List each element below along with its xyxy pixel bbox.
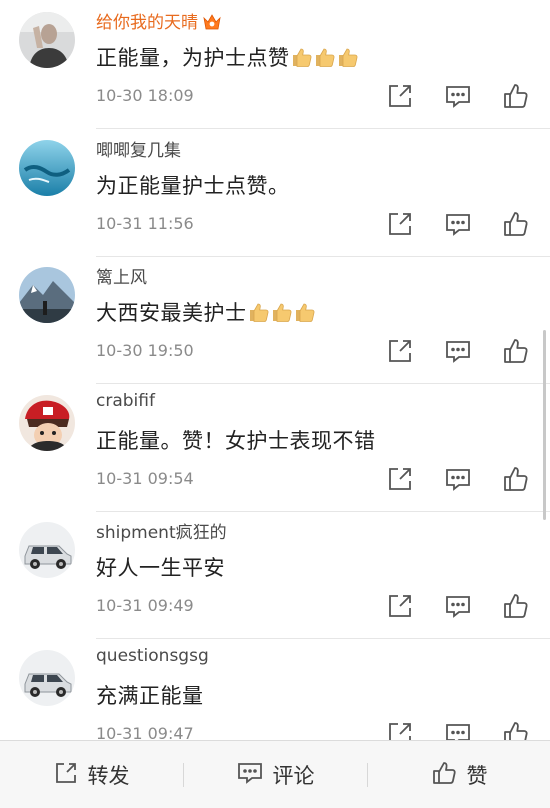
- comment-text-body: 大西安最美护士: [96, 301, 247, 325]
- username-text[interactable]: shipment疯狂的: [96, 523, 227, 543]
- scrollbar[interactable]: [543, 330, 546, 520]
- comment-timestamp: 10-31 09:49: [96, 596, 194, 615]
- username-text[interactable]: questionsgsg: [96, 646, 209, 666]
- username-text[interactable]: crabifif: [96, 391, 155, 411]
- thumbs-up-emoji-icon: [336, 46, 359, 70]
- comment-text-body: 充满正能量: [96, 683, 204, 708]
- like-label: 赞: [466, 763, 488, 788]
- username-text[interactable]: 篱上风: [96, 268, 147, 288]
- avatar[interactable]: [19, 267, 75, 323]
- thumb-up-icon[interactable]: [502, 82, 530, 110]
- share-icon[interactable]: [386, 720, 414, 740]
- thumbs-up-emoji-icon: [247, 301, 270, 325]
- thumbs-up-emoji-icon: [293, 301, 316, 325]
- comment-text: 正能量，为护士点赞: [96, 42, 359, 72]
- comment-timestamp: 10-31 09:54: [96, 468, 194, 488]
- thumbs-up-emoji-icon: [290, 46, 313, 70]
- share-icon[interactable]: [386, 82, 414, 110]
- repost-label: 转发: [87, 763, 130, 788]
- comment-text-body: 正能量。赞！女护士表现不错: [96, 428, 376, 453]
- comment-label: 评论: [272, 763, 315, 788]
- repost-icon: [54, 761, 78, 789]
- share-icon[interactable]: [386, 465, 414, 493]
- comment-item: crabifif 正能量。赞！女护士表现不错 10-31 09:54: [0, 385, 550, 512]
- comment-button[interactable]: 评论: [184, 741, 367, 808]
- comment-list: 给你我的天晴 正能量，为护士点赞 10-30 18:09 唧唧复几集为正能量护士…: [0, 0, 550, 740]
- repost-button[interactable]: 转发: [0, 741, 183, 808]
- comment-icon: [237, 761, 263, 789]
- avatar[interactable]: [19, 522, 75, 578]
- comment-timestamp: 10-30 18:09: [96, 86, 194, 105]
- thumb-up-icon[interactable]: [502, 337, 530, 365]
- username[interactable]: shipment疯狂的: [96, 518, 227, 543]
- avatar[interactable]: [19, 649, 75, 706]
- comment-text-body: 为正能量护士点赞。: [96, 173, 290, 198]
- avatar[interactable]: [19, 139, 75, 196]
- comment-text: 充满正能量: [96, 680, 204, 710]
- like-button[interactable]: 赞: [368, 741, 550, 808]
- username[interactable]: 给你我的天晴: [96, 8, 222, 33]
- reply-icon[interactable]: [444, 210, 472, 238]
- comment-timestamp: 10-31 11:56: [96, 213, 194, 233]
- username-text[interactable]: 给你我的天晴: [96, 13, 198, 33]
- thumb-up-icon[interactable]: [502, 465, 530, 493]
- comment-timestamp: 10-31 09:47: [96, 723, 194, 741]
- username[interactable]: 篱上风: [96, 263, 147, 288]
- comment-text-body: 好人一生平安: [96, 556, 225, 580]
- reply-icon[interactable]: [444, 592, 472, 620]
- comment-item: 给你我的天晴 正能量，为护士点赞 10-30 18:09: [0, 2, 550, 129]
- comment-timestamp: 10-30 19:50: [96, 341, 194, 360]
- reply-icon[interactable]: [444, 465, 472, 493]
- thumb-up-icon[interactable]: [502, 592, 530, 620]
- comment-item: 唧唧复几集为正能量护士点赞。 10-31 11:56: [0, 130, 550, 257]
- avatar[interactable]: [19, 12, 75, 68]
- thumbs-up-emoji-icon: [313, 46, 336, 70]
- vip-crown-icon: [203, 14, 221, 30]
- reply-icon[interactable]: [444, 82, 472, 110]
- username[interactable]: questionsgsg: [96, 646, 209, 666]
- username[interactable]: 唧唧复几集: [96, 136, 181, 161]
- comment-text: 正能量。赞！女护士表现不错: [96, 425, 376, 455]
- share-icon[interactable]: [386, 210, 414, 238]
- comment-item: shipment疯狂的好人一生平安 10-31 09:49: [0, 512, 550, 639]
- comment-text: 大西安最美护士: [96, 297, 316, 327]
- username[interactable]: crabifif: [96, 391, 155, 411]
- username-text[interactable]: 唧唧复几集: [96, 141, 181, 161]
- thumbs-up-emoji-icon: [270, 301, 293, 325]
- thumb-up-icon: [431, 760, 457, 790]
- thumb-up-icon[interactable]: [502, 210, 530, 238]
- comment-text: 为正能量护士点赞。: [96, 170, 290, 200]
- thumb-up-icon[interactable]: [502, 720, 530, 740]
- comment-text-body: 正能量，为护士点赞: [96, 46, 290, 70]
- reply-icon[interactable]: [444, 720, 472, 740]
- comment-item: questionsgsg 充满正能量 10-31 09:47: [0, 640, 550, 741]
- share-icon[interactable]: [386, 337, 414, 365]
- share-icon[interactable]: [386, 592, 414, 620]
- reply-icon[interactable]: [444, 337, 472, 365]
- comment-text: 好人一生平安: [96, 552, 225, 582]
- avatar[interactable]: [19, 394, 75, 451]
- bottom-action-bar: 转发 评论 赞: [0, 740, 550, 808]
- comment-item: 篱上风大西安最美护士 10-30 19:50: [0, 257, 550, 384]
